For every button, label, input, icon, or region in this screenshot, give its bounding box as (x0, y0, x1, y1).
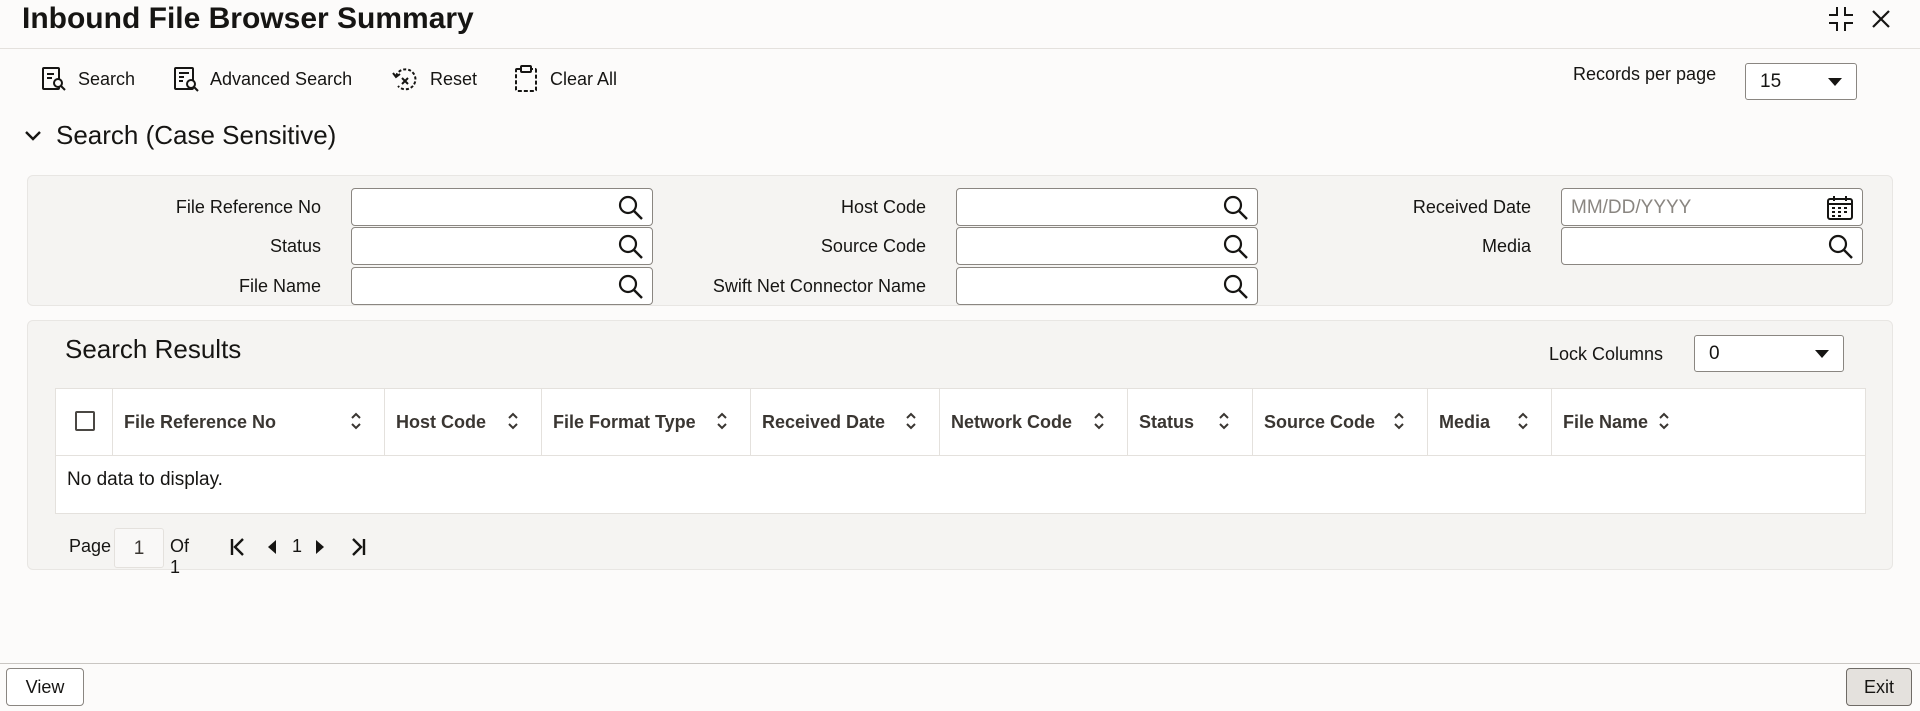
clipboard-icon (515, 65, 537, 92)
column-header-file-reference-no[interactable]: File Reference No (113, 389, 385, 456)
column-header-status[interactable]: Status (1128, 389, 1253, 456)
compress-icon[interactable] (1824, 2, 1858, 36)
column-label: Host Code (396, 412, 486, 432)
column-label: File Format Type (553, 412, 696, 432)
column-header-file-format-type[interactable]: File Format Type (542, 389, 751, 456)
column-header-network-code[interactable]: Network Code (940, 389, 1128, 456)
column-label: Status (1139, 412, 1195, 432)
calendar-icon[interactable] (1826, 195, 1854, 221)
search-results-title: Search Results (65, 334, 242, 364)
sort-icon (1518, 412, 1528, 430)
last-page-icon[interactable] (349, 536, 367, 558)
empty-table-message: No data to display. (67, 469, 223, 490)
host-code-input[interactable] (956, 188, 1258, 226)
swift-net-connector-name-label: Swift Net Connector Name (712, 276, 926, 296)
footer-bar: View Exit (0, 663, 1920, 711)
lock-columns-select[interactable]: 0 (1694, 335, 1844, 372)
title-bar: Inbound File Browser Summary (0, 0, 1920, 49)
reset-button-label: Reset (430, 68, 478, 89)
column-label: File Name (1563, 412, 1649, 432)
received-date-input[interactable]: MM/DD/YYYY (1561, 188, 1863, 226)
previous-page-icon[interactable] (267, 540, 277, 554)
sort-icon (1394, 412, 1404, 430)
search-section-title: Search (Case Sensitive) (56, 120, 337, 150)
close-icon[interactable] (1864, 2, 1898, 36)
chevron-down-icon (25, 130, 41, 141)
host-code-label: Host Code (840, 197, 926, 217)
advanced-search-button[interactable]: Advanced Search (172, 62, 352, 96)
sort-icon (906, 412, 916, 430)
records-per-page-value: 15 (1760, 70, 1782, 92)
media-label: Media (1481, 236, 1531, 256)
column-header-media[interactable]: Media (1428, 389, 1552, 456)
clear-all-button-label: Clear All (550, 68, 618, 89)
source-code-input[interactable] (956, 227, 1258, 265)
table-header: File Reference No Host Code File Format … (56, 389, 1865, 456)
column-header-source-code[interactable]: Source Code (1253, 389, 1428, 456)
received-date-placeholder: MM/DD/YYYY (1571, 197, 1692, 218)
source-code-label: Source Code (820, 236, 926, 256)
file-name-input[interactable] (351, 267, 653, 305)
exit-button[interactable]: Exit (1846, 668, 1912, 706)
file-reference-no-input[interactable] (351, 188, 653, 226)
advanced-search-icon (174, 67, 199, 92)
column-label: Network Code (951, 412, 1073, 432)
first-page-icon[interactable] (229, 536, 247, 558)
received-date-label: Received Date (1412, 197, 1531, 217)
view-button[interactable]: View (6, 668, 84, 706)
search-section-toggle[interactable]: Search (Case Sensitive) (24, 120, 336, 151)
current-page-input[interactable]: 1 (114, 528, 164, 568)
reset-button[interactable]: Reset (390, 62, 477, 96)
sort-icon (1219, 412, 1229, 430)
lock-columns-value: 0 (1709, 342, 1720, 364)
search-button-label: Search (78, 68, 136, 89)
chevron-down-icon (1815, 350, 1829, 358)
clear-all-button[interactable]: Clear All (512, 62, 617, 96)
swift-net-connector-name-input[interactable] (956, 267, 1258, 305)
status-input[interactable] (351, 227, 653, 265)
media-input[interactable] (1561, 227, 1863, 265)
sort-icon (351, 412, 361, 430)
sort-icon (1094, 412, 1104, 430)
column-label: Source Code (1264, 412, 1376, 432)
file-name-label: File Name (238, 276, 321, 296)
advanced-search-button-label: Advanced Search (210, 68, 353, 89)
chevron-down-icon (1828, 78, 1842, 86)
search-doc-icon (42, 67, 66, 91)
status-label: Status (269, 236, 321, 256)
column-label: File Reference No (124, 412, 277, 432)
column-label: Received Date (762, 412, 886, 432)
column-header-host-code[interactable]: Host Code (385, 389, 542, 456)
page-label: Page (69, 536, 112, 556)
sort-icon (717, 412, 727, 430)
column-header-received-date[interactable]: Received Date (751, 389, 940, 456)
file-reference-no-label: File Reference No (175, 197, 321, 217)
next-page-icon[interactable] (315, 540, 325, 554)
page-number[interactable]: 1 (292, 536, 302, 557)
sort-icon (508, 412, 518, 430)
page-title: Inbound File Browser Summary (22, 2, 474, 35)
records-per-page-label: Records per page (1573, 64, 1717, 84)
reset-icon (392, 68, 417, 91)
search-button[interactable]: Search (40, 62, 135, 96)
search-icon[interactable] (1223, 274, 1249, 300)
search-icon[interactable] (1223, 234, 1249, 260)
search-icon[interactable] (1828, 234, 1854, 260)
page-count-label: Of 1 (170, 536, 190, 577)
sort-icon (1659, 412, 1669, 430)
search-icon[interactable] (1223, 195, 1249, 221)
results-table: File Reference No Host Code File Format … (55, 388, 1866, 514)
records-per-page-select[interactable]: 15 (1745, 63, 1857, 100)
select-all-checkbox[interactable] (75, 411, 95, 431)
lock-columns-label: Lock Columns (1549, 344, 1664, 364)
select-all-column (56, 389, 113, 456)
column-header-file-name[interactable]: File Name (1552, 389, 1692, 456)
column-label: Media (1439, 412, 1491, 432)
